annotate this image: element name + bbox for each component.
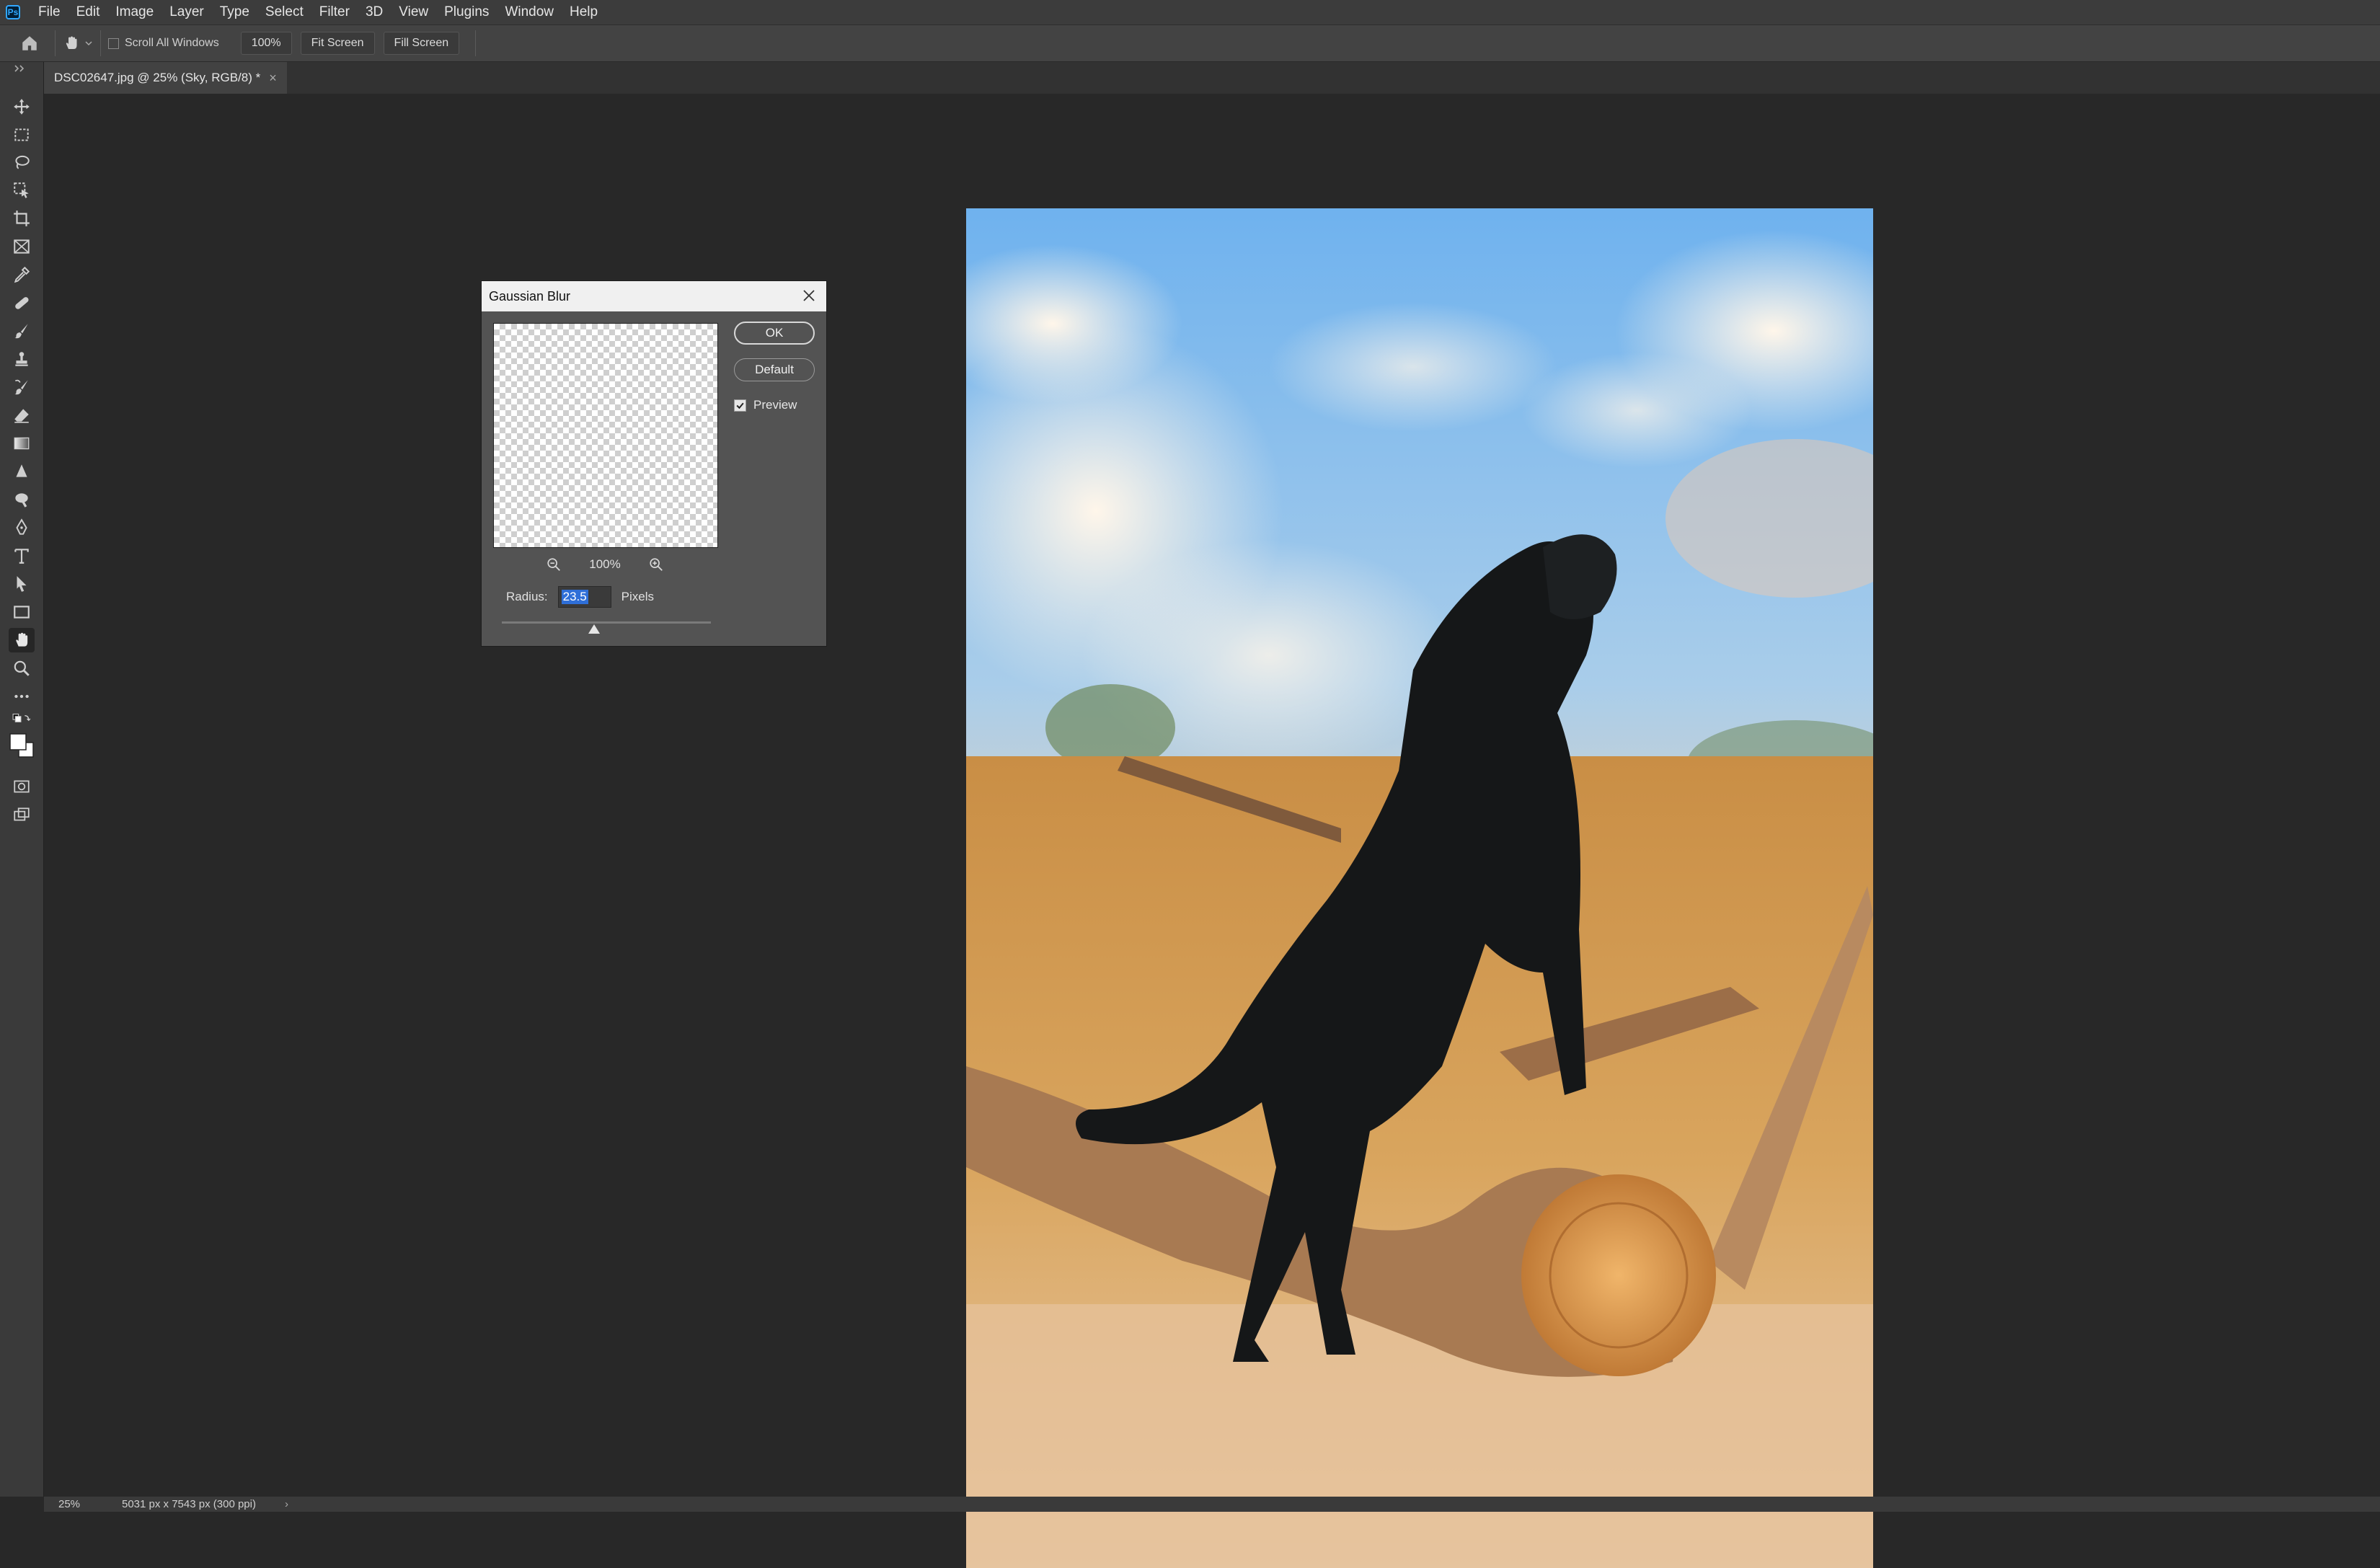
history-brush-tool-icon[interactable] <box>9 375 35 399</box>
fit-screen-button[interactable]: Fit Screen <box>300 32 375 55</box>
menu-filter[interactable]: Filter <box>311 0 358 25</box>
close-icon[interactable] <box>800 287 818 304</box>
ok-button[interactable]: OK <box>734 322 815 345</box>
status-bar: 25% 5031 px x 7543 px (300 ppi) › <box>44 1497 2380 1512</box>
object-selection-tool-icon[interactable] <box>9 178 35 203</box>
checkbox-checked-icon[interactable] <box>734 399 746 412</box>
radius-input[interactable]: 23.5 <box>557 586 611 608</box>
lasso-tool-icon[interactable] <box>9 150 35 174</box>
dodge-tool-icon[interactable] <box>9 487 35 512</box>
status-zoom-level[interactable]: 25% <box>44 1498 102 1510</box>
quick-mask-icon[interactable] <box>9 774 35 799</box>
dialog-title: Gaussian Blur <box>489 288 571 304</box>
menu-help[interactable]: Help <box>562 0 606 25</box>
menu-layer[interactable]: Layer <box>162 0 212 25</box>
zoom-in-icon[interactable] <box>648 557 664 572</box>
clone-stamp-tool-icon[interactable] <box>9 347 35 371</box>
tools-panel <box>0 62 44 1497</box>
screen-mode-icon[interactable] <box>9 802 35 827</box>
gradient-tool-icon[interactable] <box>9 431 35 456</box>
filter-preview-area[interactable] <box>493 323 718 548</box>
eyedropper-tool-icon[interactable] <box>9 262 35 287</box>
frame-tool-icon[interactable] <box>9 234 35 259</box>
more-tools-icon[interactable] <box>9 684 35 709</box>
radius-slider-thumb[interactable] <box>588 624 600 634</box>
default-colors-icon[interactable] <box>9 711 35 727</box>
home-icon[interactable] <box>20 34 39 53</box>
preview-label: Preview <box>753 398 797 412</box>
close-tab-icon[interactable]: × <box>269 71 277 86</box>
menu-edit[interactable]: Edit <box>68 0 108 25</box>
hand-tool-preset-icon[interactable] <box>63 35 93 52</box>
menu-plugins[interactable]: Plugins <box>436 0 497 25</box>
status-menu-arrow-icon[interactable]: › <box>285 1498 288 1510</box>
eraser-tool-icon[interactable] <box>9 403 35 428</box>
default-button[interactable]: Default <box>734 358 815 381</box>
type-tool-icon[interactable] <box>9 544 35 568</box>
photoshop-logo-icon: Ps <box>6 5 20 19</box>
menu-file[interactable]: File <box>30 0 68 25</box>
pen-tool-icon[interactable] <box>9 515 35 540</box>
foreground-background-color-icon[interactable] <box>9 730 35 764</box>
healing-brush-tool-icon[interactable] <box>9 291 35 315</box>
gaussian-blur-dialog: Gaussian Blur 100% Radius: 23.5 Pixels O… <box>481 280 827 647</box>
crop-tool-icon[interactable] <box>9 206 35 231</box>
preview-checkbox[interactable]: Preview <box>734 398 797 412</box>
options-bar: Scroll All Windows 100% Fit Screen Fill … <box>0 25 2380 62</box>
options-separator <box>100 30 101 56</box>
preview-zoom-level: 100% <box>589 557 621 571</box>
path-selection-tool-icon[interactable] <box>9 572 35 596</box>
blur-tool-icon[interactable] <box>9 459 35 484</box>
document-tab-bar: DSC02647.jpg @ 25% (Sky, RGB/8) * × <box>44 62 2380 94</box>
radius-slider-track[interactable] <box>502 621 711 624</box>
photo-dog-on-log-image <box>966 208 1873 1568</box>
menu-3d[interactable]: 3D <box>358 0 391 25</box>
hand-tool-icon[interactable] <box>9 628 35 652</box>
options-separator <box>475 30 477 56</box>
zoom-out-icon[interactable] <box>546 557 562 572</box>
radius-label: Radius: <box>506 590 548 603</box>
menu-type[interactable]: Type <box>212 0 257 25</box>
menu-view[interactable]: View <box>391 0 436 25</box>
options-separator <box>55 30 56 56</box>
collapse-panel-icon[interactable] <box>9 63 35 74</box>
menu-window[interactable]: Window <box>497 0 562 25</box>
radius-value[interactable]: 23.5 <box>561 590 588 604</box>
menu-bar: Ps File Edit Image Layer Type Select Fil… <box>0 0 2380 25</box>
marquee-tool-icon[interactable] <box>9 123 35 147</box>
radius-unit-label: Pixels <box>621 590 654 603</box>
preview-zoom-controls: 100% <box>493 554 717 575</box>
move-tool-icon[interactable] <box>9 94 35 119</box>
brush-tool-icon[interactable] <box>9 319 35 343</box>
radius-row: Radius: 23.5 Pixels <box>506 584 654 610</box>
document-tab[interactable]: DSC02647.jpg @ 25% (Sky, RGB/8) * × <box>44 62 287 94</box>
canvas-area[interactable] <box>44 94 2380 1568</box>
fill-screen-button[interactable]: Fill Screen <box>383 32 460 55</box>
scroll-all-windows-checkbox[interactable]: Scroll All Windows <box>108 37 219 50</box>
dialog-title-bar[interactable]: Gaussian Blur <box>482 281 826 311</box>
chevron-down-icon[interactable] <box>84 39 93 48</box>
checkbox-icon[interactable] <box>108 37 119 49</box>
zoom-100-button[interactable]: 100% <box>240 32 292 55</box>
menu-select[interactable]: Select <box>257 0 311 25</box>
zoom-tool-icon[interactable] <box>9 656 35 681</box>
document-tab-title: DSC02647.jpg @ 25% (Sky, RGB/8) * <box>54 71 261 84</box>
document-image[interactable] <box>966 208 1873 1568</box>
scroll-all-windows-label: Scroll All Windows <box>125 37 219 49</box>
document-info: 5031 px x 7543 px (300 ppi) <box>122 1498 256 1510</box>
rectangle-tool-icon[interactable] <box>9 600 35 624</box>
menu-image[interactable]: Image <box>107 0 162 25</box>
